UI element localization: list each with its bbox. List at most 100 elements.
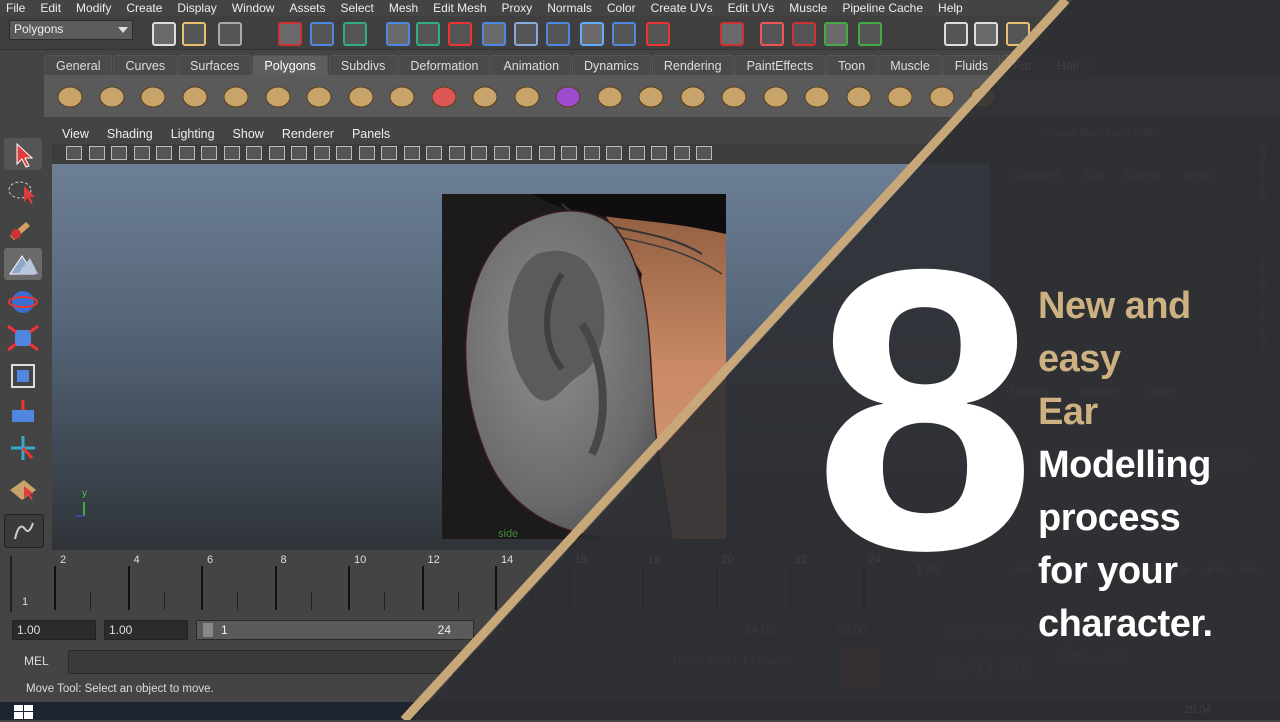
menu-set-select[interactable]: Polygons (9, 20, 133, 40)
viewport-tool-icon[interactable] (606, 146, 622, 160)
menu-edit-mesh[interactable]: Edit Mesh (427, 1, 495, 15)
status-tool-icon[interactable] (824, 22, 848, 46)
status-tool-icon[interactable] (612, 22, 636, 46)
playback-button-icon[interactable]: ◀ (1105, 562, 1133, 580)
shelf-tool-icon[interactable] (305, 83, 333, 109)
playback-button-icon[interactable]: |◀ (1039, 562, 1067, 580)
windows-start-icon[interactable] (14, 705, 34, 719)
playback-start-field[interactable]: 1.00 (104, 620, 188, 640)
viewport-tool-icon[interactable] (696, 146, 712, 160)
layer-tab-anim[interactable]: Anim (1149, 384, 1176, 398)
shelf-tool-icon[interactable] (720, 83, 748, 109)
tab-attribute-editor[interactable]: Attribute Editor (1258, 144, 1268, 204)
paint-select-icon[interactable] (4, 212, 42, 244)
status-tool-icon[interactable] (792, 22, 816, 46)
viewport-tool-icon[interactable] (66, 146, 82, 160)
viewport-tool-icon[interactable] (403, 146, 420, 160)
layer-tab-render[interactable]: Render (1079, 384, 1118, 398)
viewport-tool-icon[interactable] (583, 146, 600, 160)
viewport-tool-icon[interactable] (493, 146, 510, 160)
tab-muscle[interactable]: Muscle (878, 55, 942, 76)
shelf-tool-icon[interactable] (762, 83, 790, 109)
tab-deformation[interactable]: Deformation (398, 55, 491, 76)
lasso-tool-icon[interactable] (4, 174, 42, 206)
tab-hair[interactable]: Hair (1044, 55, 1092, 76)
status-tool-icon[interactable] (343, 22, 367, 46)
viewport-tool-icon[interactable] (246, 146, 262, 160)
viewport-menu-show[interactable]: Show (223, 127, 272, 141)
current-time-field[interactable]: 1.00 (916, 562, 939, 576)
viewport-tool-icon[interactable] (448, 146, 465, 160)
status-tool-icon[interactable] (720, 22, 744, 46)
scale-tool-icon[interactable] (4, 322, 42, 354)
viewport-tool-icon[interactable] (268, 146, 285, 160)
menu-normals[interactable]: Normals (541, 1, 601, 15)
menu-help[interactable]: Help (932, 1, 972, 15)
status-tool-icon[interactable] (1006, 22, 1030, 46)
viewport-tool-icon[interactable] (156, 146, 172, 160)
shelf-tool-icon[interactable] (969, 83, 997, 109)
viewport-tool-icon[interactable] (223, 146, 240, 160)
shelf-tool-icon[interactable] (139, 83, 167, 109)
viewport-tool-icon[interactable] (628, 146, 645, 160)
tab-fur[interactable]: Fur (1001, 55, 1044, 76)
viewport-tool-icon[interactable] (133, 146, 150, 160)
move-tool-icon[interactable] (4, 248, 42, 280)
shelf-tool-icon[interactable] (430, 83, 458, 109)
channel-menu-object[interactable]: Object (1125, 168, 1160, 182)
tab-rendering[interactable]: Rendering (651, 55, 734, 76)
status-tool-icon[interactable] (278, 22, 302, 46)
shelf-tool-icon[interactable] (803, 83, 831, 109)
viewport-tool-icon[interactable] (673, 146, 690, 160)
status-tool-icon[interactable] (580, 22, 604, 46)
channel-menu-channels[interactable]: Channels (1010, 168, 1061, 182)
shelf-tool-icon[interactable] (471, 83, 499, 109)
viewport-tool-icon[interactable] (516, 146, 532, 160)
channel-menu-edit[interactable]: Edit (1083, 168, 1104, 182)
shelf-tool-icon[interactable] (886, 83, 914, 109)
status-tool-icon[interactable] (974, 22, 998, 46)
viewport-menu-lighting[interactable]: Lighting (161, 127, 223, 141)
shelf-tool-icon[interactable] (388, 83, 416, 109)
shelf-tool-icon[interactable] (928, 83, 956, 109)
soft-mod-tool-icon[interactable] (4, 396, 42, 428)
status-tool-icon[interactable] (310, 22, 334, 46)
status-tool-icon[interactable] (448, 22, 472, 46)
menu-mesh[interactable]: Mesh (383, 1, 427, 15)
manipulator-tool-icon[interactable] (4, 360, 42, 392)
select-tool-icon[interactable] (4, 138, 42, 170)
viewport-menu-shading[interactable]: Shading (97, 127, 161, 141)
viewport-tool-icon[interactable] (178, 146, 195, 160)
shelf-tool-icon[interactable] (347, 83, 375, 109)
menu-select[interactable]: Select (334, 1, 382, 15)
playback-button-icon[interactable]: ◀| (1072, 562, 1100, 580)
record-button[interactable] (840, 648, 880, 688)
menu-modify[interactable]: Modify (70, 1, 120, 15)
end-time-field[interactable]: 48.00 (832, 620, 928, 640)
viewport-tool-icon[interactable] (201, 146, 217, 160)
status-tool-icon[interactable] (944, 22, 968, 46)
viewport-tool-icon[interactable] (336, 146, 352, 160)
shelf-tool-icon[interactable] (181, 83, 209, 109)
menu-pipeline-cache[interactable]: Pipeline Cache (836, 1, 932, 15)
menu-create[interactable]: Create (120, 1, 171, 15)
menu-color[interactable]: Color (601, 1, 645, 15)
status-tool-icon[interactable] (858, 22, 882, 46)
tab-fluids[interactable]: Fluids (942, 55, 1001, 76)
status-tool-icon[interactable] (218, 22, 242, 46)
channel-menu-show[interactable]: Show (1182, 168, 1212, 182)
viewport-tool-icon[interactable] (313, 146, 330, 160)
layer-row[interactable] (1035, 451, 1253, 469)
shelf-tool-icon[interactable] (554, 83, 582, 109)
status-tool-icon[interactable] (386, 22, 410, 46)
status-tool-icon[interactable] (152, 22, 176, 46)
shelf-tool-icon[interactable] (264, 83, 292, 109)
tab-polygons[interactable]: Polygons (252, 55, 328, 76)
viewport-tool-icon[interactable] (358, 146, 375, 160)
shelf-tool-icon[interactable] (596, 83, 624, 109)
playback-button-icon[interactable]: ▶▶| (1237, 562, 1265, 580)
menu-assets[interactable]: Assets (283, 1, 334, 15)
status-tool-icon[interactable] (514, 22, 538, 46)
shelf-tool-icon[interactable] (222, 83, 250, 109)
viewport-tool-icon[interactable] (291, 146, 307, 160)
